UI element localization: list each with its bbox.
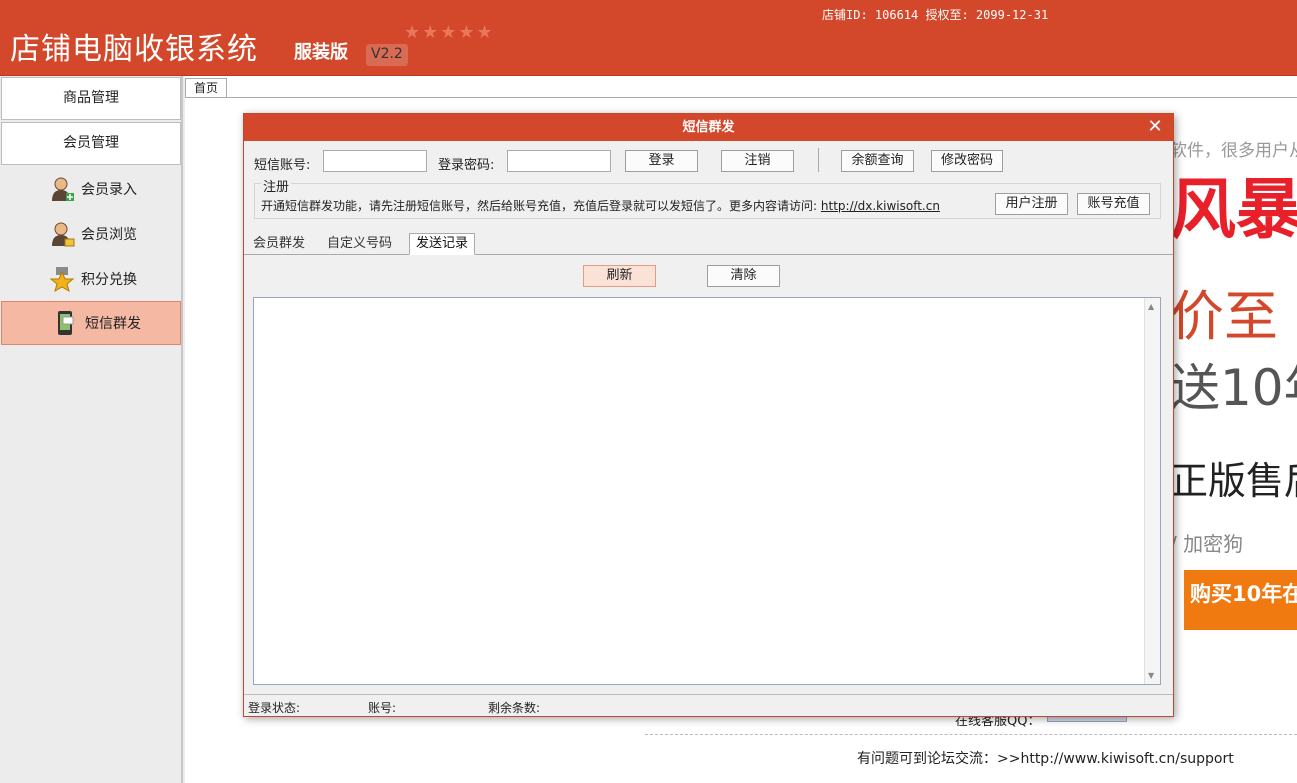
- notice-link[interactable]: http://dx.kiwisoft.cn: [821, 199, 940, 213]
- dialog-tabs: 会员群发 自定义号码 发送记录: [244, 233, 1173, 255]
- version-badge: V2.2: [366, 44, 408, 66]
- balance-query-button[interactable]: 余额查询: [841, 150, 914, 172]
- account-recharge-button[interactable]: 账号充值: [1077, 193, 1150, 215]
- tab-strip-divider: [185, 97, 1297, 98]
- sidebar-item-label: 会员录入: [81, 182, 137, 198]
- app-header: 店铺电脑收银系统 服装版 V2.2 ★★★★★ 店铺ID: 106614 授权至…: [0, 0, 1297, 76]
- dialog-title: 短信群发: [244, 114, 1173, 141]
- password-input[interactable]: [507, 150, 611, 172]
- refresh-button[interactable]: 刷新: [583, 265, 656, 287]
- logout-button[interactable]: 注销: [721, 150, 794, 172]
- bg-promo-big3: 送10年: [1170, 359, 1297, 417]
- sidebar-item-member-browse[interactable]: 会员浏览: [1, 212, 181, 256]
- password-label: 登录密码:: [438, 158, 495, 173]
- footer-support-link[interactable]: 有问题可到论坛交流：>>http://www.kiwisoft.cn/suppo…: [857, 748, 1234, 768]
- edition-label: 服装版: [294, 42, 348, 63]
- register-notice: 开通短信群发功能，请先注册短信账号，然后给账号充值，充值后登录就可以发短信了。更…: [261, 197, 940, 214]
- records-scrollbar[interactable]: ▲ ▼: [1144, 298, 1160, 684]
- scroll-up-icon[interactable]: ▲: [1148, 302, 1154, 311]
- sidebar-item-label: 短信群发: [85, 316, 141, 332]
- app-title: 店铺电脑收银系统: [10, 32, 258, 67]
- sidebar-item-label: 积分兑换: [81, 272, 137, 288]
- account-input[interactable]: [323, 150, 427, 172]
- points-exchange-icon: [49, 266, 75, 293]
- sidebar: 商品管理 会员管理 会员录入 会员浏览 积分兑换 短信群发: [0, 76, 183, 783]
- footer-divider: [645, 734, 1297, 735]
- sidebar-item-sms-broadcast[interactable]: 短信群发: [1, 301, 181, 345]
- bg-promo-big4: 正版售后: [1170, 459, 1297, 503]
- sidebar-cat-goods[interactable]: 商品管理: [1, 77, 181, 120]
- account-label: 短信账号:: [254, 158, 311, 173]
- sidebar-item-label: 会员浏览: [81, 227, 137, 243]
- scroll-down-icon[interactable]: ▼: [1148, 671, 1154, 680]
- tab-member-broadcast[interactable]: 会员群发: [247, 234, 311, 255]
- sidebar-item-points-exchange[interactable]: 积分兑换: [1, 257, 181, 301]
- member-browse-icon: [49, 221, 75, 247]
- member-add-icon: [49, 176, 75, 202]
- status-remaining: 剩余条数:: [488, 701, 541, 715]
- bg-promo-big2: 价至: [1170, 285, 1278, 348]
- clear-button[interactable]: 清除: [707, 265, 780, 287]
- toolbar-separator: [818, 148, 819, 172]
- sidebar-cat-members[interactable]: 会员管理: [1, 122, 181, 165]
- close-icon[interactable]: ✕: [1145, 117, 1165, 137]
- change-password-button[interactable]: 修改密码: [931, 150, 1003, 172]
- store-info: 店铺ID: 106614 授权至: 2099-12-31: [822, 8, 1049, 22]
- register-legend: 注册: [261, 176, 292, 195]
- dialog-status-bar: 登录状态: 账号: 剩余条数:: [244, 694, 1173, 716]
- tab-send-records[interactable]: 发送记录: [409, 233, 476, 255]
- sidebar-item-member-add[interactable]: 会员录入: [1, 167, 181, 211]
- status-account: 账号:: [368, 701, 397, 715]
- buy-promo-button[interactable]: 购买10年在: [1184, 570, 1297, 630]
- bg-promo-small: / 加密狗: [1170, 532, 1244, 556]
- sms-broadcast-icon: [53, 310, 79, 336]
- tab-home[interactable]: 首页: [185, 78, 227, 98]
- status-login-state: 登录状态:: [248, 701, 301, 715]
- notice-text: 开通短信群发功能，请先注册短信账号，然后给账号充值，充值后登录就可以发短信了。更…: [261, 199, 818, 213]
- rating-stars-icon: ★★★★★: [404, 22, 495, 43]
- tab-custom-numbers[interactable]: 自定义号码: [321, 234, 398, 255]
- send-records-textarea[interactable]: ▲ ▼: [253, 297, 1161, 685]
- bg-promo-big1: 风暴: [1170, 171, 1297, 248]
- user-register-button[interactable]: 用户注册: [995, 193, 1068, 215]
- sms-dialog: 短信群发 ✕ 短信账号: 登录密码: 登录 注销 余额查询 修改密码 注册 开通…: [243, 113, 1174, 717]
- login-button[interactable]: 登录: [625, 150, 698, 172]
